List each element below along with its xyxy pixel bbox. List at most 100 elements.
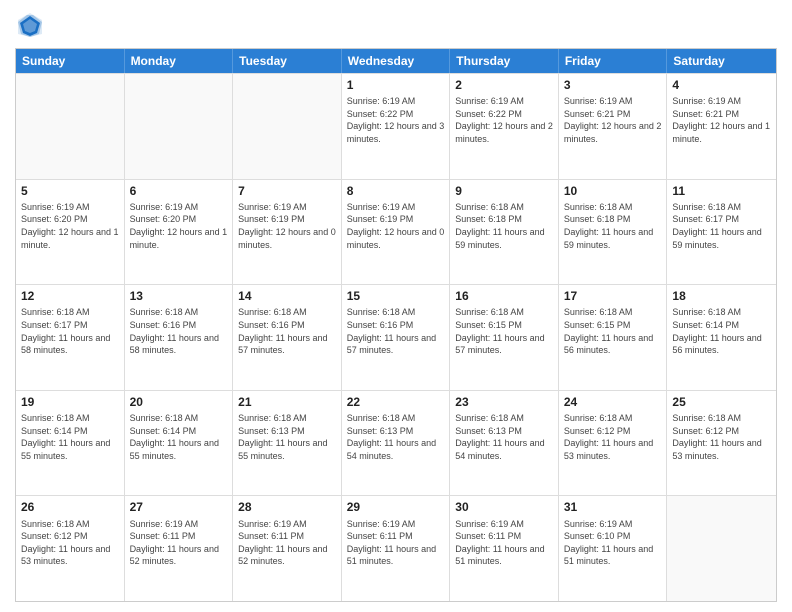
calendar-cell-18: 18 Sunrise: 6:18 AM Sunset: 6:14 PM Dayli… <box>667 285 776 390</box>
day-info: Sunrise: 6:18 AM Sunset: 6:12 PM Dayligh… <box>672 412 771 462</box>
calendar-cell-14: 14 Sunrise: 6:18 AM Sunset: 6:16 PM Dayli… <box>233 285 342 390</box>
calendar-cell-27: 27Sunrise: 6:19 AM Sunset: 6:11 PM Dayli… <box>125 496 234 601</box>
calendar-cell-26: 26Sunrise: 6:18 AM Sunset: 6:12 PM Dayli… <box>16 496 125 601</box>
calendar-cell-15: 15 Sunrise: 6:18 AM Sunset: 6:16 PM Dayli… <box>342 285 451 390</box>
calendar-cell-24: 24 Sunrise: 6:18 AM Sunset: 6:12 PM Dayli… <box>559 391 668 496</box>
calendar-cell-12: 12Sunrise: 6:18 AM Sunset: 6:17 PM Dayli… <box>16 285 125 390</box>
day-number: 7 <box>238 183 336 199</box>
day-number: 5 <box>21 183 119 199</box>
day-number: 24 <box>564 394 662 410</box>
weekday-header-friday: Friday <box>559 49 668 73</box>
calendar-cell-9: 9 Sunrise: 6:18 AM Sunset: 6:18 PM Daylig… <box>450 180 559 285</box>
header <box>15 10 777 40</box>
calendar-cell-empty-0-2 <box>233 74 342 179</box>
weekday-header-sunday: Sunday <box>16 49 125 73</box>
day-info: Sunrise: 6:18 AM Sunset: 6:16 PM Dayligh… <box>347 306 445 356</box>
day-info: Sunrise: 6:18 AM Sunset: 6:12 PM Dayligh… <box>21 518 119 568</box>
day-info: Sunrise: 6:19 AM Sunset: 6:20 PM Dayligh… <box>21 201 119 251</box>
day-info: Sunrise: 6:18 AM Sunset: 6:13 PM Dayligh… <box>347 412 445 462</box>
day-info: Sunrise: 6:18 AM Sunset: 6:12 PM Dayligh… <box>564 412 662 462</box>
day-number: 2 <box>455 77 553 93</box>
day-number: 30 <box>455 499 553 515</box>
calendar-row-1: 5 Sunrise: 6:19 AM Sunset: 6:20 PM Daylig… <box>16 179 776 285</box>
calendar-cell-empty-4-6 <box>667 496 776 601</box>
calendar-cell-16: 16 Sunrise: 6:18 AM Sunset: 6:15 PM Dayli… <box>450 285 559 390</box>
day-info: Sunrise: 6:19 AM Sunset: 6:19 PM Dayligh… <box>347 201 445 251</box>
calendar-cell-20: 20Sunrise: 6:18 AM Sunset: 6:14 PM Dayli… <box>125 391 234 496</box>
day-info: Sunrise: 6:19 AM Sunset: 6:19 PM Dayligh… <box>238 201 336 251</box>
calendar-cell-22: 22 Sunrise: 6:18 AM Sunset: 6:13 PM Dayli… <box>342 391 451 496</box>
day-number: 31 <box>564 499 662 515</box>
day-info: Sunrise: 6:18 AM Sunset: 6:15 PM Dayligh… <box>564 306 662 356</box>
day-number: 29 <box>347 499 445 515</box>
day-info: Sunrise: 6:18 AM Sunset: 6:17 PM Dayligh… <box>672 201 771 251</box>
day-number: 11 <box>672 183 771 199</box>
calendar-cell-3: 3Sunrise: 6:19 AM Sunset: 6:21 PM Daylig… <box>559 74 668 179</box>
day-number: 10 <box>564 183 662 199</box>
day-number: 15 <box>347 288 445 304</box>
day-number: 16 <box>455 288 553 304</box>
day-info: Sunrise: 6:19 AM Sunset: 6:22 PM Dayligh… <box>455 95 553 145</box>
calendar-cell-4: 4 Sunrise: 6:19 AM Sunset: 6:21 PM Daylig… <box>667 74 776 179</box>
day-number: 28 <box>238 499 336 515</box>
day-info: Sunrise: 6:19 AM Sunset: 6:22 PM Dayligh… <box>347 95 445 145</box>
day-info: Sunrise: 6:19 AM Sunset: 6:11 PM Dayligh… <box>347 518 445 568</box>
calendar-cell-7: 7 Sunrise: 6:19 AM Sunset: 6:19 PM Daylig… <box>233 180 342 285</box>
calendar-cell-29: 29 Sunrise: 6:19 AM Sunset: 6:11 PM Dayli… <box>342 496 451 601</box>
calendar-cell-21: 21Sunrise: 6:18 AM Sunset: 6:13 PM Dayli… <box>233 391 342 496</box>
calendar-cell-5: 5 Sunrise: 6:19 AM Sunset: 6:20 PM Daylig… <box>16 180 125 285</box>
day-number: 22 <box>347 394 445 410</box>
day-info: Sunrise: 6:18 AM Sunset: 6:14 PM Dayligh… <box>21 412 119 462</box>
weekday-header-tuesday: Tuesday <box>233 49 342 73</box>
day-info: Sunrise: 6:18 AM Sunset: 6:14 PM Dayligh… <box>672 306 771 356</box>
calendar-cell-6: 6 Sunrise: 6:19 AM Sunset: 6:20 PM Daylig… <box>125 180 234 285</box>
day-number: 12 <box>21 288 119 304</box>
day-number: 17 <box>564 288 662 304</box>
calendar-cell-13: 13 Sunrise: 6:18 AM Sunset: 6:16 PM Dayli… <box>125 285 234 390</box>
day-info: Sunrise: 6:19 AM Sunset: 6:21 PM Dayligh… <box>672 95 771 145</box>
calendar-cell-31: 31 Sunrise: 6:19 AM Sunset: 6:10 PM Dayli… <box>559 496 668 601</box>
day-number: 23 <box>455 394 553 410</box>
day-info: Sunrise: 6:19 AM Sunset: 6:21 PM Dayligh… <box>564 95 662 145</box>
calendar-body: 1Sunrise: 6:19 AM Sunset: 6:22 PM Daylig… <box>16 73 776 601</box>
calendar-cell-empty-0-0 <box>16 74 125 179</box>
day-info: Sunrise: 6:18 AM Sunset: 6:16 PM Dayligh… <box>130 306 228 356</box>
page: SundayMondayTuesdayWednesdayThursdayFrid… <box>0 0 792 612</box>
day-info: Sunrise: 6:19 AM Sunset: 6:11 PM Dayligh… <box>455 518 553 568</box>
calendar-cell-2: 2 Sunrise: 6:19 AM Sunset: 6:22 PM Daylig… <box>450 74 559 179</box>
day-info: Sunrise: 6:18 AM Sunset: 6:13 PM Dayligh… <box>238 412 336 462</box>
day-info: Sunrise: 6:18 AM Sunset: 6:18 PM Dayligh… <box>564 201 662 251</box>
calendar-cell-8: 8 Sunrise: 6:19 AM Sunset: 6:19 PM Daylig… <box>342 180 451 285</box>
day-info: Sunrise: 6:18 AM Sunset: 6:16 PM Dayligh… <box>238 306 336 356</box>
day-number: 4 <box>672 77 771 93</box>
day-info: Sunrise: 6:19 AM Sunset: 6:10 PM Dayligh… <box>564 518 662 568</box>
calendar-cell-28: 28 Sunrise: 6:19 AM Sunset: 6:11 PM Dayli… <box>233 496 342 601</box>
day-info: Sunrise: 6:18 AM Sunset: 6:18 PM Dayligh… <box>455 201 553 251</box>
calendar-cell-17: 17 Sunrise: 6:18 AM Sunset: 6:15 PM Dayli… <box>559 285 668 390</box>
day-info: Sunrise: 6:19 AM Sunset: 6:20 PM Dayligh… <box>130 201 228 251</box>
day-number: 8 <box>347 183 445 199</box>
calendar-cell-19: 19 Sunrise: 6:18 AM Sunset: 6:14 PM Dayli… <box>16 391 125 496</box>
calendar-cell-23: 23 Sunrise: 6:18 AM Sunset: 6:13 PM Dayli… <box>450 391 559 496</box>
calendar-row-3: 19 Sunrise: 6:18 AM Sunset: 6:14 PM Dayli… <box>16 390 776 496</box>
day-number: 19 <box>21 394 119 410</box>
calendar-row-4: 26Sunrise: 6:18 AM Sunset: 6:12 PM Dayli… <box>16 495 776 601</box>
calendar: SundayMondayTuesdayWednesdayThursdayFrid… <box>15 48 777 602</box>
weekday-header-monday: Monday <box>125 49 234 73</box>
day-info: Sunrise: 6:18 AM Sunset: 6:15 PM Dayligh… <box>455 306 553 356</box>
calendar-cell-30: 30 Sunrise: 6:19 AM Sunset: 6:11 PM Dayli… <box>450 496 559 601</box>
day-info: Sunrise: 6:18 AM Sunset: 6:14 PM Dayligh… <box>130 412 228 462</box>
weekday-header-wednesday: Wednesday <box>342 49 451 73</box>
weekday-header-thursday: Thursday <box>450 49 559 73</box>
day-info: Sunrise: 6:19 AM Sunset: 6:11 PM Dayligh… <box>238 518 336 568</box>
day-number: 14 <box>238 288 336 304</box>
day-number: 6 <box>130 183 228 199</box>
calendar-cell-empty-0-1 <box>125 74 234 179</box>
calendar-cell-1: 1Sunrise: 6:19 AM Sunset: 6:22 PM Daylig… <box>342 74 451 179</box>
day-number: 13 <box>130 288 228 304</box>
day-number: 9 <box>455 183 553 199</box>
calendar-header: SundayMondayTuesdayWednesdayThursdayFrid… <box>16 49 776 73</box>
logo <box>15 10 49 40</box>
day-info: Sunrise: 6:18 AM Sunset: 6:13 PM Dayligh… <box>455 412 553 462</box>
day-number: 18 <box>672 288 771 304</box>
